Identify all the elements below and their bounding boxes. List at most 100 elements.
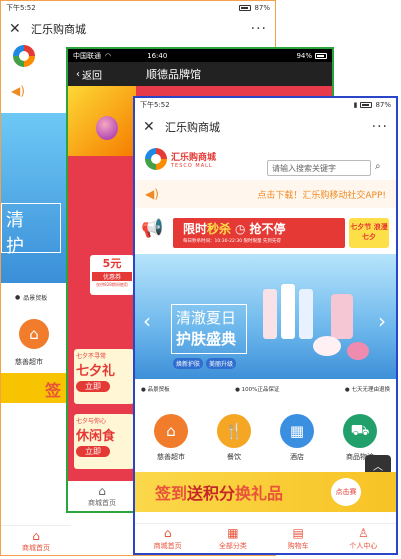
flash-sale-banner[interactable]: 📢 限时秒杀 ◷ 抢不停 每日秒杀时间：10:30-22:30 限时限量 先到先得 … [135, 216, 396, 252]
speaker-icon: ◀) [145, 187, 159, 201]
title-bar: ‹ 返回 顺德品牌馆 [68, 62, 332, 86]
logo-icon [145, 148, 167, 170]
clock-icon: ◷ [235, 222, 246, 236]
promo-card[interactable]: 七夕与你心 休闲食 立即 [74, 414, 134, 469]
speaker-icon: ◀) [11, 84, 25, 98]
signal-icon: ▮ [353, 101, 358, 109]
carousel-next-icon[interactable]: › [378, 309, 386, 333]
signin-banner[interactable]: 签 [1, 373, 71, 403]
user-icon: ♙ [357, 526, 369, 540]
banner-title-2: 护肤盛典 [176, 330, 237, 348]
product-bottle-icon [263, 289, 277, 339]
battery-icon [315, 52, 327, 59]
home-icon: ⌂ [98, 484, 106, 498]
tab-cart[interactable]: ▤ 购物车 [266, 524, 331, 553]
title-bar: ✕ 汇乐购商城 ··· [135, 112, 396, 142]
page-title: 顺德品牌馆 [146, 68, 201, 81]
announcement-bar[interactable]: ◀) 点击下载！汇乐购移动社交APP! [135, 180, 396, 208]
chevron-up-icon: ︿ [373, 461, 383, 473]
search-icon[interactable]: ⌕ [375, 161, 381, 172]
buy-button[interactable]: 立即 [76, 381, 110, 392]
search-input[interactable]: 请输入搜索关键字 [267, 160, 371, 176]
product-bottle-icon [281, 284, 295, 339]
category-item[interactable]: ▦ 酒店 [267, 414, 327, 462]
battery-level: 94% [296, 51, 312, 60]
guarantee-item: ● 七天无理由退换 [344, 387, 390, 393]
product-bottle-icon [299, 289, 313, 339]
home-icon: ⌂ [154, 414, 188, 448]
page-title: 汇乐购商城 [31, 23, 86, 36]
banner-tag: 美丽升级 [206, 358, 237, 369]
carousel-banner[interactable]: ‹ › 清澈夏日 护肤盛典 焕新护肤 美丽升级 [135, 254, 396, 379]
brand-logo[interactable]: 汇乐购商城 TESCO MALL [145, 148, 216, 170]
festival-badge: 七夕节 浪漫七夕 [349, 218, 389, 248]
announcement-text: 点击下载！汇乐购移动社交APP! [257, 190, 386, 201]
banner[interactable]: 清 护 [1, 113, 71, 283]
close-icon[interactable]: ✕ [143, 119, 159, 135]
logo-subtext: TESCO MALL [171, 162, 213, 169]
logo-icon [13, 45, 35, 67]
grid-icon: ▦ [227, 526, 239, 540]
status-time: 16:40 [147, 51, 168, 60]
title-bar: ✕ 汇乐购商城 ··· [1, 15, 275, 43]
category-label: 慈善超市 [15, 358, 43, 366]
more-menu-icon[interactable]: ··· [251, 21, 267, 37]
battery-level: 87% [254, 4, 270, 12]
buy-button[interactable]: 立即 [76, 446, 110, 457]
carousel-prev-icon[interactable]: ‹ [143, 309, 151, 333]
banner-tag: 焕新护肤 [173, 358, 204, 369]
status-bar: 中国联通 ◠ 16:40 94% [68, 49, 332, 62]
carrier: 中国联通 [73, 51, 101, 60]
dining-icon: 🍴 [217, 414, 251, 448]
home-icon: ⌂ [32, 528, 40, 543]
tab-profile[interactable]: ♙ 个人中心 [331, 524, 396, 553]
product-bottle-icon [331, 294, 353, 339]
tab-categories[interactable]: ▦ 全部分类 [200, 524, 265, 553]
page-title: 汇乐购商城 [165, 121, 220, 134]
battery-icon [239, 5, 252, 11]
guarantee-item: ● 100%正品保证 [235, 387, 280, 393]
truck-icon: ⛟ [343, 414, 377, 448]
hotel-icon: ▦ [280, 414, 314, 448]
battery-level: 87% [375, 101, 391, 109]
status-bar: 下午5:52 ▮ 87% [135, 98, 396, 112]
tab-home[interactable]: ⌂ 商城首页 [135, 524, 200, 553]
more-menu-icon[interactable]: ··· [372, 119, 388, 135]
promo-card[interactable]: 七夕不寻常 七夕礼 立即 [74, 349, 134, 404]
signin-banner[interactable]: 签到送积分换礼品 点击赛 [135, 472, 396, 512]
category-item[interactable]: 🍴 餐饮 [204, 414, 264, 462]
banner-title-2: 护 [6, 236, 24, 257]
category-grid: ⌂ 慈善超市 🍴 餐饮 ▦ 酒店 ⛟ 商品物流 [141, 414, 390, 462]
guarantee-row: ● 品景贸板 ● 100%正品保证 ● 七天无理由退换 [141, 385, 390, 399]
chevron-left-icon: ‹ [76, 68, 80, 80]
product-jar-icon [313, 336, 341, 356]
back-button[interactable]: ‹ 返回 [76, 67, 102, 82]
cart-icon: ▤ [292, 526, 304, 540]
category-item[interactable]: ⌂ 慈善超市 [141, 414, 201, 462]
home-icon: ⌂ [163, 526, 172, 540]
banner-title: 清 [6, 210, 24, 231]
bottom-tab-bar: ⌂ 商城首页 ▦ 全部分类 ▤ 购物车 ♙ 个人中心 [135, 523, 396, 553]
megaphone-icon: 📢 [141, 218, 164, 239]
logo-text: 汇乐购商城 [171, 152, 217, 163]
coupon-card[interactable]: 5元 优惠券 仅供828期间使用 [90, 255, 134, 295]
tab-home[interactable]: ⌂ 商城首页 [1, 525, 71, 555]
hero-banner[interactable] [68, 86, 136, 156]
phone-screen-front: 下午5:52 ▮ 87% ✕ 汇乐购商城 ··· 汇乐购商城 TESCO MAL… [133, 96, 398, 555]
wifi-icon: ◠ [105, 51, 112, 60]
status-bar: 下午5:52 87% [1, 1, 275, 15]
tab-home[interactable]: ⌂ 商城首页 [68, 481, 136, 511]
close-icon[interactable]: ✕ [9, 21, 25, 37]
status-time: 下午5:52 [140, 101, 170, 109]
home-icon[interactable]: ⌂ [19, 319, 49, 349]
status-time: 下午5:52 [6, 4, 36, 12]
shop-badge: ● 品景贸板 [15, 294, 48, 302]
flower-icon [347, 342, 369, 360]
balloon-icon [96, 116, 118, 140]
collage: 下午5:52 87% ✕ 汇乐购商城 ··· ◀) 清 护 ● 品景贸板 ⌂ 慈… [0, 0, 401, 559]
signin-button[interactable]: 点击赛 [331, 478, 361, 506]
badge-icon: ● [15, 294, 21, 301]
guarantee-item: ● 品景贸板 [141, 387, 170, 393]
banner-title: 清澈夏日 [176, 309, 237, 327]
battery-icon [360, 102, 373, 108]
